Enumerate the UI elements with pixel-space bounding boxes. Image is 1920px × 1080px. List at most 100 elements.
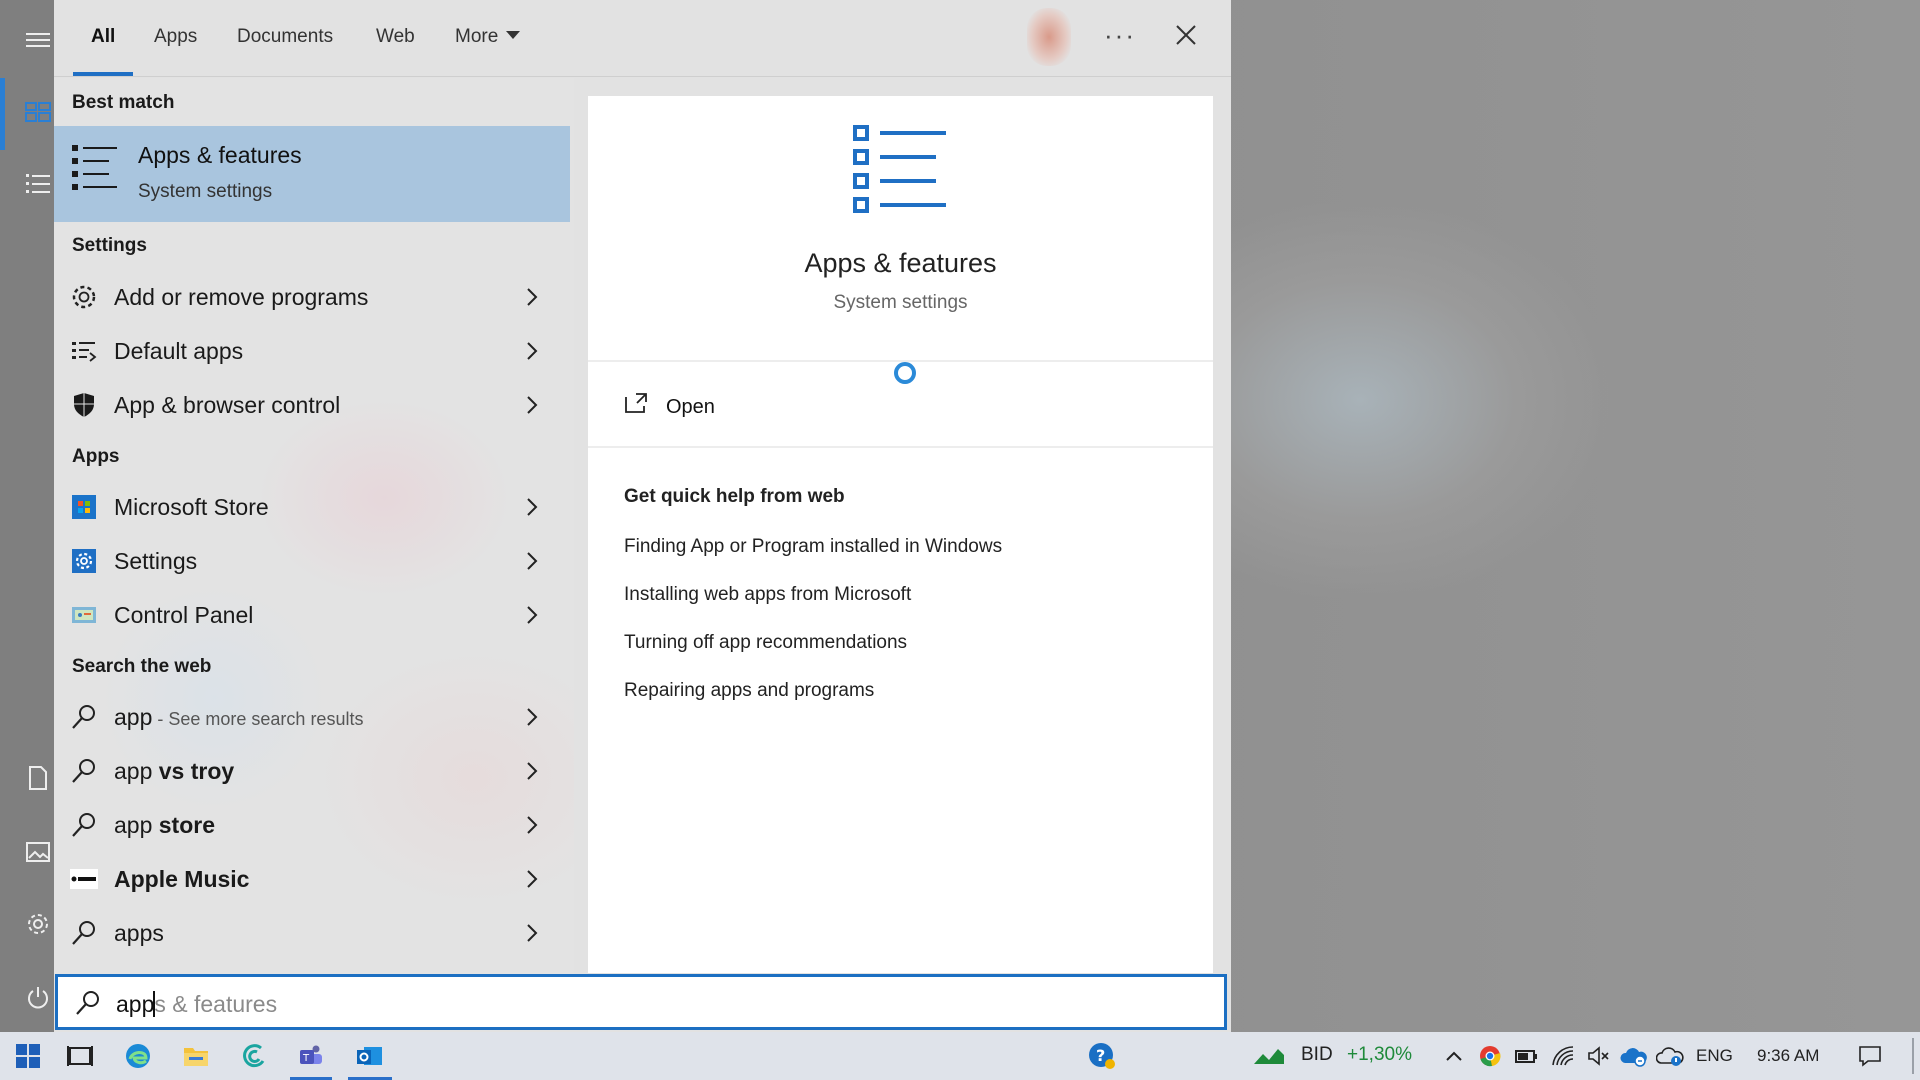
outlook-icon[interactable] <box>348 1032 392 1080</box>
search-autocomplete-hint: s & features <box>154 991 278 1017</box>
web-item-apple-music[interactable]: Apple Music <box>54 853 569 905</box>
app-item-control-panel[interactable]: Control Panel <box>54 589 569 641</box>
app-launcher-icon[interactable] <box>234 1032 274 1080</box>
input-language[interactable]: ENG <box>1696 1046 1733 1066</box>
chevron-right-icon[interactable] <box>524 393 540 417</box>
help-icon[interactable]: ? <box>1084 1032 1120 1080</box>
web-query-hint: - See more search results <box>152 709 364 729</box>
microsoft-store-icon <box>72 495 96 519</box>
best-match-result[interactable]: Apps & features System settings <box>54 126 570 222</box>
show-desktop-divider[interactable] <box>1912 1038 1914 1074</box>
web-item-apps[interactable]: apps <box>54 907 569 959</box>
web-item-app-see-more[interactable]: app - See more search results <box>54 691 569 743</box>
settings-item-app-browser-control[interactable]: App & browser control <box>54 379 569 431</box>
tab-more-label: More <box>455 26 499 47</box>
search-panel: All Apps Documents Web More ··· Best mat… <box>54 0 1231 1032</box>
web-item-app-store[interactable]: app store <box>54 799 569 851</box>
svg-text:T: T <box>302 1053 310 1064</box>
web-query-completion: vs troy <box>152 758 235 784</box>
search-icon <box>76 991 99 1015</box>
edge-browser-icon[interactable] <box>118 1032 158 1080</box>
settings-item-add-remove-programs[interactable]: Add or remove programs <box>54 271 569 323</box>
settings-gear-icon[interactable] <box>18 904 58 944</box>
pictures-icon[interactable] <box>18 832 58 872</box>
close-icon[interactable] <box>1169 18 1203 52</box>
windows-start-icon[interactable] <box>8 1032 48 1080</box>
help-link[interactable]: Turning off app recommendations <box>624 632 907 654</box>
preview-subtitle: System settings <box>833 292 968 313</box>
stock-chart-icon[interactable] <box>1252 1032 1286 1080</box>
help-heading: Get quick help from web <box>624 486 845 507</box>
show-hidden-icons-chevron-up-icon[interactable] <box>1442 1032 1466 1080</box>
help-link[interactable]: Finding App or Program installed in Wind… <box>624 536 1002 558</box>
start-side-rail <box>0 0 54 1032</box>
stock-change[interactable]: +1,30% <box>1347 1044 1412 1066</box>
tab-more[interactable]: More <box>455 26 521 48</box>
chevron-right-icon[interactable] <box>524 603 540 627</box>
hamburger-menu-icon[interactable] <box>18 20 58 60</box>
more-options-icon[interactable]: ··· <box>1104 20 1136 51</box>
battery-meter-icon[interactable] <box>1512 1032 1542 1080</box>
chevron-right-icon[interactable] <box>524 867 540 891</box>
search-icon <box>72 921 95 945</box>
teams-icon[interactable]: T <box>290 1032 332 1080</box>
rail-selection-indicator <box>0 78 5 150</box>
chevron-right-icon[interactable] <box>524 495 540 519</box>
list-item-label: apps <box>114 920 164 946</box>
search-icon <box>72 759 95 783</box>
avatar[interactable] <box>1027 8 1071 66</box>
list-item-label: Add or remove programs <box>114 284 369 310</box>
search-icon <box>72 813 95 837</box>
wifi-icon[interactable] <box>1548 1032 1578 1080</box>
help-link[interactable]: Repairing apps and programs <box>624 680 874 702</box>
tab-web[interactable]: Web <box>376 26 415 48</box>
power-icon[interactable] <box>18 978 58 1018</box>
chevron-right-icon[interactable] <box>524 759 540 783</box>
search-icon <box>72 705 95 729</box>
onedrive-personal-icon[interactable] <box>1654 1032 1686 1080</box>
search-input[interactable]: apps & features <box>55 974 1227 1030</box>
list-item-label: app vs troy <box>114 758 234 785</box>
web-query: app <box>114 758 153 784</box>
chrome-icon[interactable] <box>1476 1032 1504 1080</box>
list-item-label: app store <box>114 812 215 839</box>
tab-apps[interactable]: Apps <box>154 26 197 48</box>
open-button[interactable]: Open <box>666 396 715 419</box>
task-view-icon[interactable] <box>60 1032 100 1080</box>
chevron-right-icon[interactable] <box>524 339 540 363</box>
list-item-label: app - See more search results <box>114 704 363 731</box>
app-item-settings[interactable]: Settings <box>54 535 569 587</box>
notification-center-icon[interactable] <box>1852 1032 1888 1080</box>
preview-pane: Apps & features System settings Open Get… <box>588 96 1213 973</box>
chevron-right-icon[interactable] <box>524 285 540 309</box>
chevron-right-icon[interactable] <box>524 549 540 573</box>
app-item-microsoft-store[interactable]: Microsoft Store <box>54 481 569 533</box>
volume-muted-icon[interactable] <box>1584 1032 1614 1080</box>
onedrive-sync-icon[interactable] <box>1618 1032 1650 1080</box>
search-input-text: apps & features <box>116 991 277 1018</box>
chevron-right-icon[interactable] <box>524 921 540 945</box>
section-apps: Apps <box>72 446 120 467</box>
list-item-label: Control Panel <box>114 602 254 628</box>
best-match-title: Apps & features <box>138 142 302 168</box>
help-link[interactable]: Installing web apps from Microsoft <box>624 584 911 606</box>
tab-documents[interactable]: Documents <box>237 26 333 48</box>
active-tab-indicator <box>73 72 133 76</box>
documents-icon[interactable] <box>18 758 58 798</box>
control-panel-icon <box>72 607 96 623</box>
tab-all[interactable]: All <box>91 26 115 48</box>
web-item-app-vs-troy[interactable]: app vs troy <box>54 745 569 797</box>
tiles-icon[interactable] <box>18 92 58 132</box>
all-apps-list-icon[interactable] <box>18 164 58 204</box>
divider <box>588 446 1213 448</box>
file-explorer-icon[interactable] <box>176 1032 216 1080</box>
loading-spinner <box>894 362 916 384</box>
stock-ticker[interactable]: BID <box>1301 1044 1333 1066</box>
clock[interactable]: 9:36 AM <box>1757 1046 1819 1066</box>
chevron-right-icon[interactable] <box>524 705 540 729</box>
open-external-icon[interactable] <box>624 392 648 414</box>
chevron-right-icon[interactable] <box>524 813 540 837</box>
settings-item-default-apps[interactable]: Default apps <box>54 325 569 377</box>
best-match-subtitle: System settings <box>138 181 273 202</box>
web-query: app <box>114 704 153 730</box>
